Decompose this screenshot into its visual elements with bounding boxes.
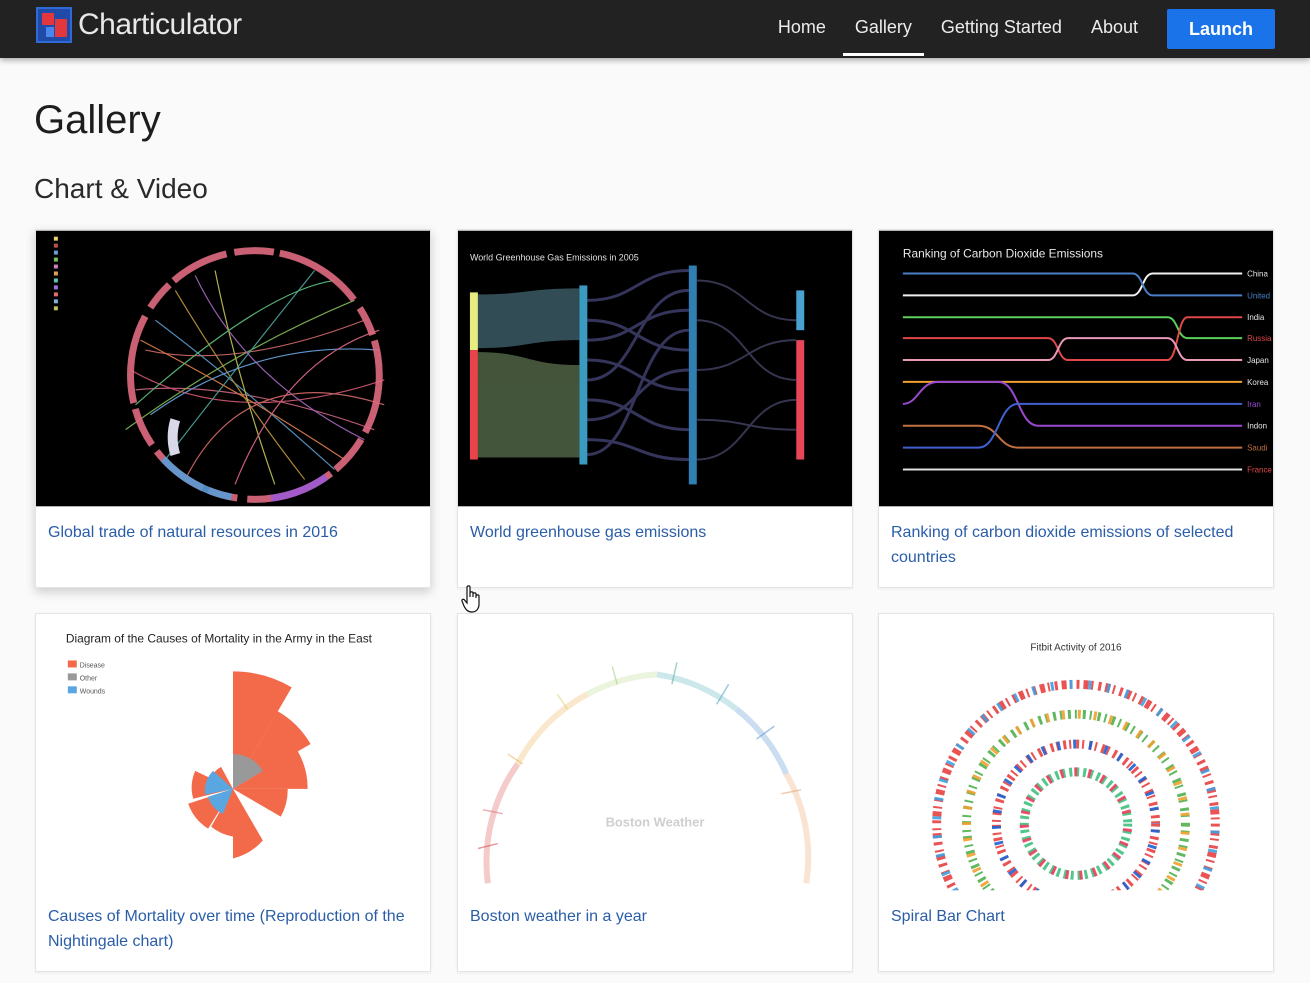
bump-label: Iran bbox=[1247, 400, 1261, 409]
page-title: Gallery bbox=[34, 98, 161, 142]
gallery-card-boston-weather[interactable]: Boston Weather Boston weather in a year bbox=[457, 613, 853, 972]
legend-disease: Disease bbox=[80, 662, 105, 669]
nav-about-link[interactable]: About bbox=[1091, 17, 1138, 42]
charticulator-logo-icon bbox=[36, 7, 72, 43]
section-title: Chart & Video bbox=[34, 173, 208, 204]
hand-cursor-icon bbox=[461, 585, 480, 613]
chord-diagram-thumbnail bbox=[36, 230, 430, 507]
nav-home-link[interactable]: Home bbox=[778, 17, 826, 42]
bump-label: China bbox=[1247, 269, 1268, 278]
legend-other: Other bbox=[80, 675, 98, 682]
bump-label: France bbox=[1247, 465, 1272, 474]
bump-label: India bbox=[1247, 313, 1265, 322]
card-caption[interactable]: Spiral Bar Chart bbox=[879, 891, 1273, 929]
gallery-card-spiral[interactable]: Fitbit Activity of 2016 Spiral Bar Chart bbox=[878, 613, 1274, 972]
nightingale-title: Diagram of the Causes of Mortality in th… bbox=[66, 632, 373, 646]
bump-chart-thumbnail: Ranking of Carbon Dioxide Emissions Chin… bbox=[879, 230, 1273, 507]
gallery-card-co2[interactable]: Ranking of Carbon Dioxide Emissions Chin… bbox=[878, 229, 1274, 588]
radial-weather-thumbnail: Boston Weather bbox=[458, 614, 852, 891]
sankey-diagram-thumbnail: World Greenhouse Gas Emissions in 2005 bbox=[458, 230, 852, 507]
bump-label: Korea bbox=[1247, 378, 1269, 387]
gallery-card-trade[interactable]: Global trade of natural resources in 201… bbox=[35, 229, 431, 588]
nav-links: Home Gallery Getting Started About Launc… bbox=[749, 4, 1275, 56]
card-caption[interactable]: Ranking of carbon dioxide emissions of s… bbox=[879, 507, 1273, 570]
bump-label: Saudi bbox=[1247, 444, 1268, 453]
weather-title: Boston Weather bbox=[606, 815, 705, 830]
bump-label: Russia bbox=[1247, 334, 1272, 343]
sankey-title: World Greenhouse Gas Emissions in 2005 bbox=[470, 253, 639, 263]
card-caption[interactable]: Boston weather in a year bbox=[458, 891, 852, 929]
legend-wounds: Wounds bbox=[80, 688, 106, 695]
nav-gallery-link[interactable]: Gallery bbox=[842, 17, 924, 56]
card-caption[interactable]: Global trade of natural resources in 201… bbox=[36, 507, 430, 545]
card-caption[interactable]: World greenhouse gas emissions bbox=[458, 507, 852, 545]
top-navbar: Charticulator Home Gallery Getting Start… bbox=[0, 0, 1310, 58]
bump-title: Ranking of Carbon Dioxide Emissions bbox=[903, 247, 1103, 261]
spiral-title: Fitbit Activity of 2016 bbox=[1030, 643, 1122, 654]
brand[interactable]: Charticulator bbox=[36, 7, 242, 43]
nav-getting-started-link[interactable]: Getting Started bbox=[941, 17, 1062, 42]
bump-label: Japan bbox=[1247, 356, 1269, 365]
spiral-bar-thumbnail: Fitbit Activity of 2016 bbox=[879, 614, 1273, 891]
nightingale-rose-thumbnail: Diagram of the Causes of Mortality in th… bbox=[36, 614, 430, 891]
card-caption[interactable]: Causes of Mortality over time (Reproduct… bbox=[36, 891, 430, 954]
bump-label: Indon bbox=[1247, 422, 1267, 431]
brand-name: Charticulator bbox=[78, 8, 242, 41]
bump-label: United bbox=[1247, 291, 1270, 300]
launch-button[interactable]: Launch bbox=[1167, 9, 1275, 49]
gallery-card-greenhouse[interactable]: World Greenhouse Gas Emissions in 2005 W… bbox=[457, 229, 853, 588]
gallery-card-mortality[interactable]: Diagram of the Causes of Mortality in th… bbox=[35, 613, 431, 972]
